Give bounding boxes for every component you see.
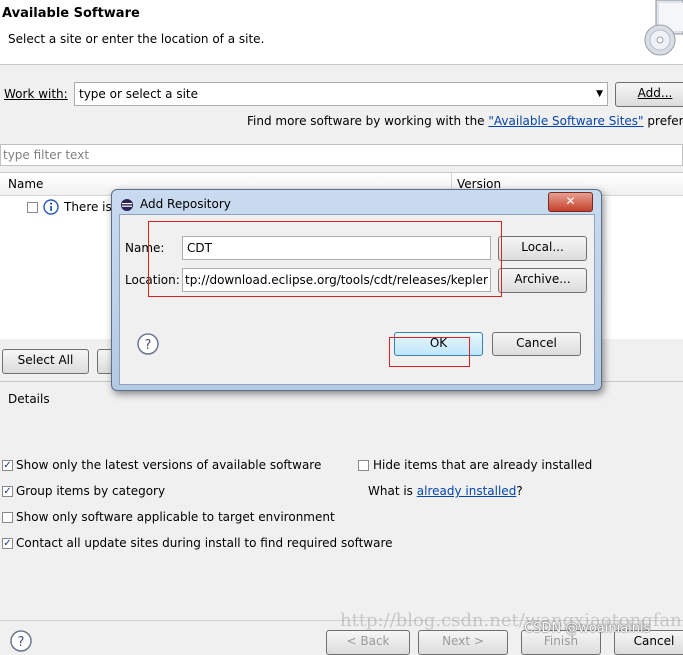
- footer-cancel-label: Cancel: [633, 634, 675, 648]
- target-env-checkbox[interactable]: [2, 512, 13, 523]
- close-icon: ✕: [565, 194, 576, 208]
- already-installed-link[interactable]: already installed: [417, 484, 517, 498]
- next-label: Next >: [442, 634, 484, 648]
- work-with-value: type or select a site: [79, 87, 199, 101]
- select-all-label: Select All: [17, 353, 74, 367]
- filter-placeholder: type filter text: [3, 148, 90, 162]
- hide-installed-checkbox[interactable]: [358, 460, 369, 471]
- add-button-label: Add...: [637, 86, 673, 100]
- local-label: Local...: [521, 240, 564, 254]
- archive-label: Archive...: [514, 272, 571, 286]
- install-cd-icon: [640, 0, 683, 58]
- page-title: Available Software: [2, 6, 140, 21]
- fields-highlight-box: [148, 221, 502, 297]
- latest-versions-label: Show only the latest versions of availab…: [16, 458, 322, 472]
- dialog-close-button[interactable]: ✕: [548, 192, 593, 212]
- csdn-watermark: CSDN @woainiainis: [524, 621, 651, 636]
- header-banner: Available Software Select a site or ente…: [0, 0, 683, 65]
- next-button[interactable]: Next >: [418, 630, 508, 655]
- row-checkbox[interactable]: [27, 202, 38, 213]
- ok-highlight-box: [389, 337, 470, 367]
- help-icon[interactable]: ?: [10, 630, 32, 655]
- what-is-text: What is: [368, 484, 413, 498]
- target-env-label: Show only software applicable to target …: [16, 510, 335, 524]
- details-section: Details: [0, 381, 683, 450]
- work-with-label: Work with:: [4, 87, 68, 101]
- archive-button[interactable]: Archive...: [498, 268, 587, 293]
- available-sites-link[interactable]: "Available Software Sites": [488, 114, 643, 128]
- find-more-suffix: preferen: [647, 114, 683, 128]
- add-button[interactable]: Add...: [615, 82, 683, 107]
- contact-sites-label: Contact all update sites during install …: [16, 536, 393, 550]
- back-button[interactable]: < Back: [326, 630, 410, 655]
- what-is-installed: What is already installed?: [368, 484, 523, 498]
- dialog-cancel-label: Cancel: [516, 336, 557, 350]
- dialog-title: Add Repository: [140, 197, 231, 211]
- finish-label: Finish: [543, 634, 579, 648]
- chevron-down-icon[interactable]: ▼: [596, 89, 603, 99]
- filter-input[interactable]: type filter text: [0, 144, 683, 166]
- hide-installed-label: Hide items that are already installed: [373, 458, 593, 472]
- info-icon: [43, 199, 59, 218]
- select-all-button[interactable]: Select All: [2, 349, 89, 374]
- details-label: Details: [8, 392, 50, 406]
- group-category-checkbox[interactable]: ✓: [2, 486, 13, 497]
- find-more-line: Find more software by working with the "…: [247, 114, 683, 128]
- column-name[interactable]: Name: [8, 177, 43, 191]
- find-more-prefix: Find more software by working with the: [247, 114, 485, 128]
- svg-text:?: ?: [18, 635, 25, 650]
- local-button[interactable]: Local...: [498, 236, 587, 261]
- dialog-help-icon[interactable]: ?: [137, 333, 159, 358]
- group-category-label: Group items by category: [16, 484, 166, 498]
- svg-text:?: ?: [145, 338, 152, 353]
- latest-versions-checkbox[interactable]: ✓: [2, 460, 13, 471]
- work-with-combo[interactable]: type or select a site ▼: [74, 82, 608, 106]
- work-with-label-text: Work with:: [4, 87, 68, 101]
- table-row-text: There is: [64, 200, 112, 214]
- dialog-cancel-button[interactable]: Cancel: [492, 332, 581, 356]
- page-subtitle: Select a site or enter the location of a…: [8, 32, 265, 46]
- eclipse-icon: [120, 198, 134, 215]
- contact-sites-checkbox[interactable]: ✓: [2, 538, 13, 549]
- what-is-suffix: ?: [516, 484, 523, 498]
- back-label: < Back: [346, 634, 390, 648]
